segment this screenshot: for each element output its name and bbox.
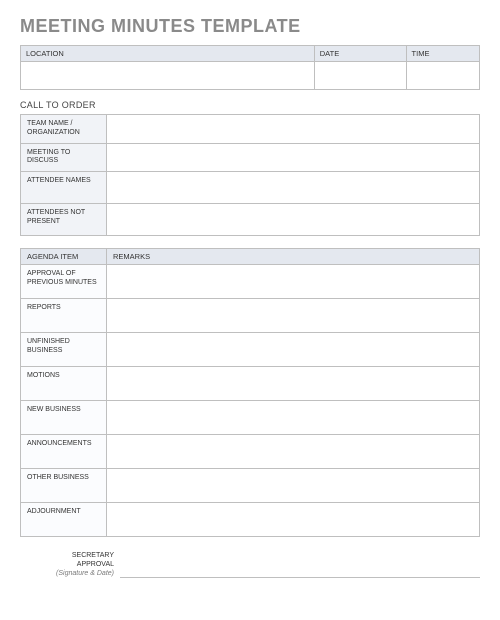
cto-label: ATTENDEES NOT PRESENT — [21, 204, 107, 236]
signature-line2: APPROVAL — [20, 560, 114, 569]
location-header: LOCATION — [21, 46, 315, 62]
agenda-label: REPORTS — [21, 299, 107, 333]
agenda-remarks-input[interactable] — [107, 401, 480, 435]
agenda-remarks-input[interactable] — [107, 265, 480, 299]
agenda-col2-header: REMARKS — [107, 249, 480, 265]
location-input[interactable] — [21, 62, 315, 90]
agenda-table: AGENDA ITEM REMARKS APPROVAL OF PREVIOUS… — [20, 248, 480, 537]
cto-label: TEAM NAME / ORGANIZATION — [21, 115, 107, 144]
signature-block: SECRETARY APPROVAL (Signature & Date) — [20, 551, 480, 578]
cto-label: MEETING TO DISCUSS — [21, 143, 107, 172]
agenda-label: OTHER BUSINESS — [21, 469, 107, 503]
agenda-remarks-input[interactable] — [107, 469, 480, 503]
call-to-order-table: TEAM NAME / ORGANIZATION MEETING TO DISC… — [20, 114, 480, 236]
agenda-col1-header: AGENDA ITEM — [21, 249, 107, 265]
signature-label: SECRETARY APPROVAL (Signature & Date) — [20, 551, 120, 578]
time-input[interactable] — [406, 62, 479, 90]
page-title: MEETING MINUTES TEMPLATE — [20, 16, 480, 37]
signature-line1: SECRETARY — [20, 551, 114, 560]
agenda-label: NEW BUSINESS — [21, 401, 107, 435]
time-header: TIME — [406, 46, 479, 62]
date-input[interactable] — [314, 62, 406, 90]
agenda-label: APPROVAL OF PREVIOUS MINUTES — [21, 265, 107, 299]
agenda-label: ADJOURNMENT — [21, 503, 107, 537]
agenda-remarks-input[interactable] — [107, 367, 480, 401]
info-header-table: LOCATION DATE TIME — [20, 45, 480, 90]
call-to-order-heading: CALL TO ORDER — [20, 100, 480, 110]
cto-value-input[interactable] — [107, 115, 480, 144]
agenda-label: MOTIONS — [21, 367, 107, 401]
agenda-remarks-input[interactable] — [107, 333, 480, 367]
signature-input[interactable] — [120, 564, 480, 578]
cto-label: ATTENDEE NAMES — [21, 172, 107, 204]
date-header: DATE — [314, 46, 406, 62]
agenda-remarks-input[interactable] — [107, 503, 480, 537]
cto-value-input[interactable] — [107, 172, 480, 204]
agenda-remarks-input[interactable] — [107, 299, 480, 333]
signature-sub: (Signature & Date) — [20, 569, 114, 578]
cto-value-input[interactable] — [107, 204, 480, 236]
agenda-remarks-input[interactable] — [107, 435, 480, 469]
agenda-label: UNFINISHED BUSINESS — [21, 333, 107, 367]
agenda-label: ANNOUNCEMENTS — [21, 435, 107, 469]
cto-value-input[interactable] — [107, 143, 480, 172]
